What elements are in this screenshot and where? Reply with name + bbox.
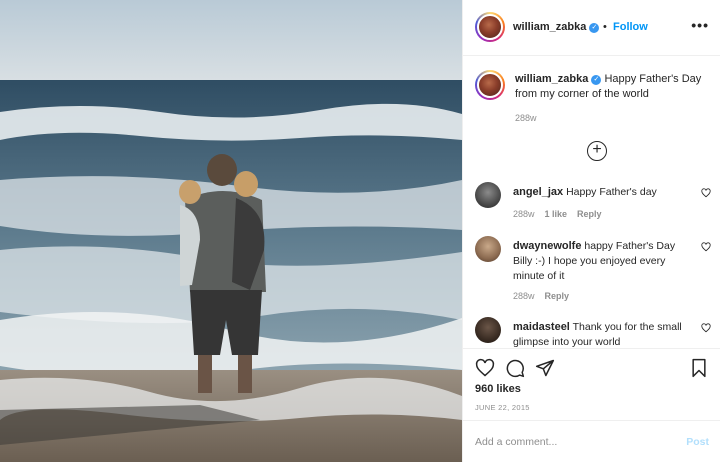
author-avatar[interactable]: [475, 12, 505, 42]
bookmark-icon[interactable]: [689, 358, 709, 378]
caption-text: william_zabka ✓ Happy Father's Day from m…: [515, 72, 711, 102]
post-header: william_zabka ✓ • Follow •••: [463, 0, 720, 56]
commenter-avatar[interactable]: [475, 317, 501, 343]
follow-button[interactable]: Follow: [613, 21, 648, 33]
caption-username[interactable]: william_zabka ✓: [515, 73, 602, 85]
beach-photo: [0, 0, 462, 462]
heart-icon[interactable]: [701, 323, 711, 333]
comment-meta: 288w 1 like Reply: [513, 209, 612, 219]
caption-time[interactable]: 288w: [515, 113, 537, 123]
action-bar: 960 likes JUNE 22, 2015: [463, 348, 720, 418]
commenter-avatar[interactable]: [475, 236, 501, 262]
caption-avatar[interactable]: [475, 70, 505, 100]
post-comment-button[interactable]: Post: [686, 436, 709, 448]
heart-icon[interactable]: [701, 242, 711, 252]
comment-input[interactable]: [475, 433, 665, 451]
verified-icon: ✓: [589, 23, 600, 33]
separator-dot: •: [603, 21, 607, 33]
commenter-username[interactable]: angel_jax: [513, 186, 563, 198]
comment-meta: 288w Reply: [513, 291, 579, 301]
share-icon[interactable]: [535, 358, 555, 378]
comment-time[interactable]: 288w: [513, 291, 535, 301]
post-photo[interactable]: [0, 0, 462, 462]
comment-icon[interactable]: [505, 358, 525, 378]
add-comment-bar: Post: [463, 420, 720, 462]
heart-icon[interactable]: [701, 188, 711, 198]
commenter-avatar[interactable]: [475, 182, 501, 208]
reply-button[interactable]: Reply: [577, 209, 602, 219]
author-username[interactable]: william_zabka ✓: [513, 21, 600, 33]
comment-text: angel_jax Happy Father's day: [513, 185, 693, 200]
heart-icon[interactable]: [475, 358, 495, 378]
post-date: JUNE 22, 2015: [475, 403, 530, 412]
comment-likes[interactable]: 1 like: [545, 209, 568, 219]
more-icon[interactable]: •••: [691, 17, 709, 33]
reply-button[interactable]: Reply: [545, 291, 570, 301]
commenter-username[interactable]: maidasteel: [513, 321, 570, 333]
comment-text: maidasteel Thank you for the small glimp…: [513, 320, 693, 350]
likes-count[interactable]: 960 likes: [475, 383, 521, 395]
commenter-username[interactable]: dwaynewolfe: [513, 240, 581, 252]
post-side-panel: william_zabka ✓ • Follow ••• william_zabk…: [462, 0, 720, 462]
comment-text: dwaynewolfe happy Father's Day Billy :-)…: [513, 239, 693, 284]
verified-icon: ✓: [591, 75, 602, 85]
comment-time[interactable]: 288w: [513, 209, 535, 219]
comment-body: Happy Father's day: [566, 186, 657, 198]
plus-circle-icon[interactable]: +: [587, 141, 607, 161]
